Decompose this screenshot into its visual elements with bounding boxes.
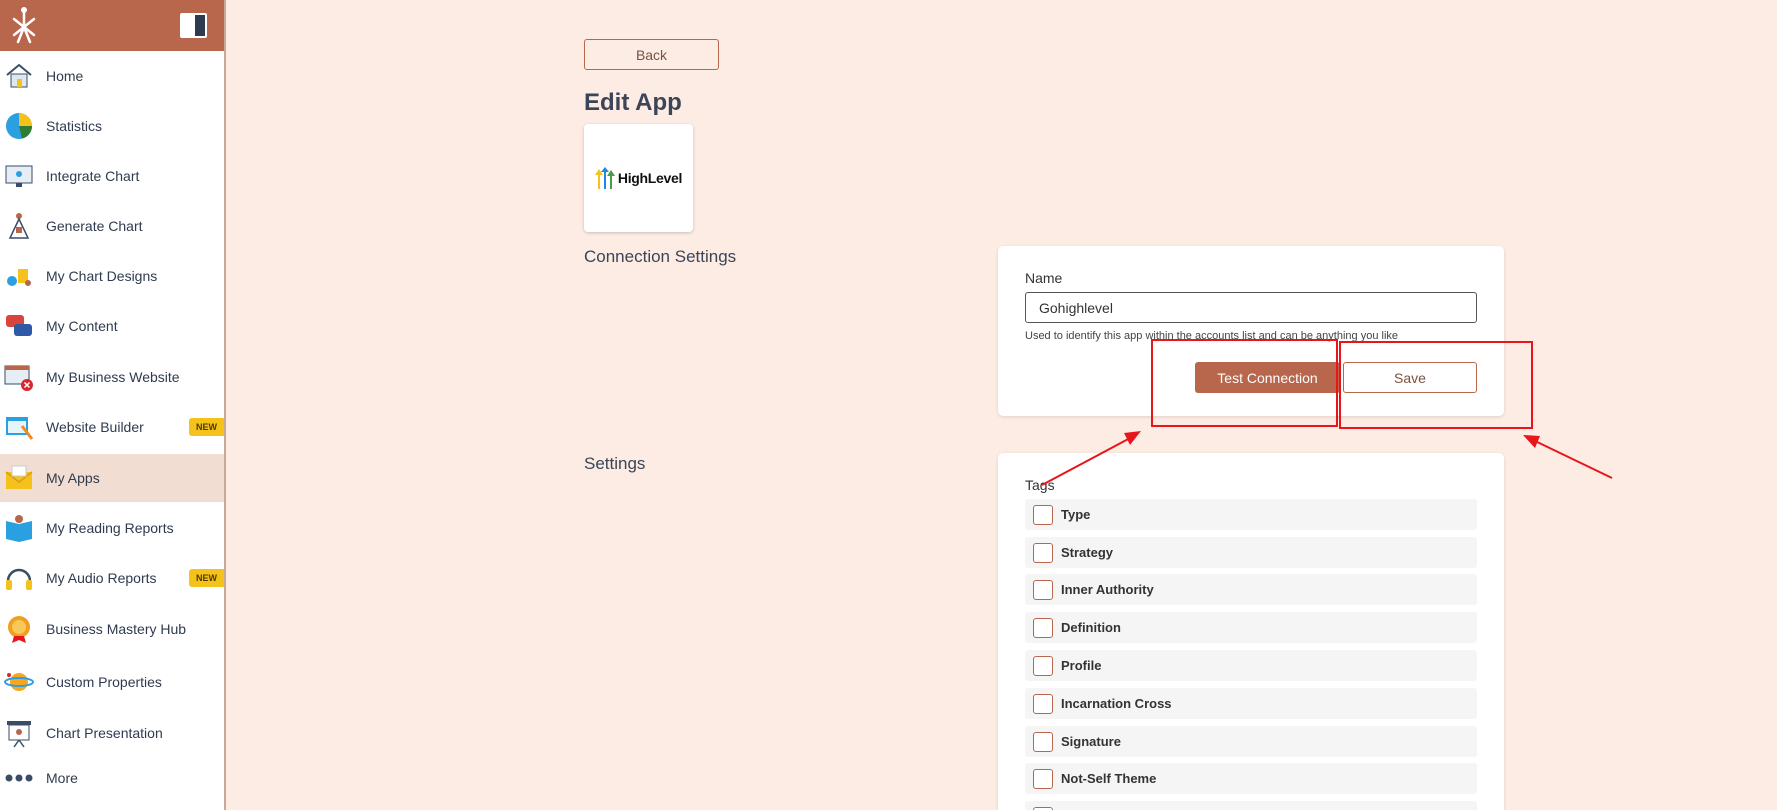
tag-checkbox[interactable] [1033, 579, 1053, 600]
builder-icon [4, 412, 34, 442]
sidebar-item-business-mastery-hub[interactable]: Business Mastery Hub [0, 605, 224, 653]
sidebar-item-label: Chart Presentation [46, 725, 163, 741]
sidebar-item-label: Generate Chart [46, 218, 143, 234]
tag-row[interactable]: Incarnation Cross [1025, 688, 1477, 719]
settings-heading: Settings [584, 454, 646, 473]
new-badge: NEW [189, 418, 224, 436]
sidebar-item-label: Custom Properties [46, 674, 162, 690]
new-badge: NEW [189, 569, 224, 587]
sidebar-item-integrate-chart[interactable]: Integrate Chart [0, 152, 224, 200]
tag-label: Inner Authority [1061, 582, 1154, 597]
sidebar-item-label: Integrate Chart [46, 168, 140, 184]
reading-report-icon [4, 513, 34, 543]
content-bubbles-icon [4, 311, 34, 341]
designs-icon [4, 261, 34, 291]
sidebar-item-label: My Reading Reports [46, 520, 174, 536]
tag-label: Definition [1061, 620, 1121, 635]
tags-label: Tags [1025, 477, 1055, 493]
tag-checkbox[interactable] [1033, 731, 1053, 752]
sidebar-item-my-business-website[interactable]: My Business Website [0, 353, 224, 401]
sidebar-item-label: My Apps [46, 470, 100, 486]
sidebar-item-label: Website Builder [46, 419, 144, 435]
tag-row[interactable]: Not-Self Theme [1025, 763, 1477, 794]
sidebar: Home Statistics Integrate Chart Generate… [0, 0, 226, 810]
app-logo-icon[interactable] [8, 5, 40, 45]
tag-checkbox[interactable] [1033, 806, 1053, 810]
tag-row[interactable]: Profile [1025, 650, 1477, 681]
sidebar-item-label: Business Mastery Hub [46, 621, 187, 637]
sidebar-item-my-chart-designs[interactable]: My Chart Designs [0, 252, 224, 300]
sidebar-item-label: My Chart Designs [46, 268, 158, 284]
settings-card: Tags Type Strategy Inner Authority Defin… [998, 453, 1504, 810]
sidebar-item-custom-properties[interactable]: Custom Properties [0, 658, 224, 706]
sidebar-item-website-builder[interactable]: Website Builder NEW [0, 403, 224, 451]
sidebar-item-label: My Business Website [46, 369, 180, 385]
sidebar-item-home[interactable]: Home [0, 52, 224, 100]
tag-row[interactable] [1025, 801, 1477, 810]
back-button[interactable]: Back [584, 39, 719, 70]
sidebar-collapse-icon[interactable] [180, 13, 207, 38]
sidebar-item-my-reading-reports[interactable]: My Reading Reports [0, 504, 224, 552]
tag-label: Not-Self Theme [1061, 771, 1157, 786]
presentation-icon [4, 718, 34, 748]
tag-checkbox[interactable] [1033, 693, 1053, 714]
tag-checkbox[interactable] [1033, 617, 1053, 638]
more-dots-icon [4, 763, 34, 793]
name-input[interactable] [1025, 292, 1477, 323]
sidebar-item-label: My Content [46, 318, 118, 334]
tag-row[interactable]: Strategy [1025, 537, 1477, 568]
headphones-icon [4, 563, 34, 593]
tag-label: Signature [1061, 734, 1121, 749]
sidebar-item-label: Statistics [46, 118, 103, 134]
sidebar-item-my-apps[interactable]: My Apps [0, 454, 224, 502]
sidebar-item-statistics[interactable]: Statistics [0, 102, 224, 150]
tag-checkbox[interactable] [1033, 655, 1053, 676]
pie-chart-icon [4, 111, 34, 141]
highlevel-logo-icon [594, 167, 615, 189]
tag-checkbox[interactable] [1033, 504, 1053, 525]
tag-label: Type [1061, 507, 1091, 522]
sidebar-item-label: More [46, 770, 78, 786]
tag-row[interactable]: Inner Authority [1025, 574, 1477, 605]
sidebar-item-my-audio-reports[interactable]: My Audio Reports NEW [0, 554, 224, 602]
sidebar-header [0, 0, 224, 51]
annotation-box-save [1339, 341, 1533, 429]
tag-row[interactable]: Definition [1025, 612, 1477, 643]
name-label: Name [1025, 270, 1063, 286]
medal-icon [4, 614, 34, 644]
tag-label: Strategy [1061, 545, 1114, 560]
page-title: Edit App [584, 89, 682, 116]
sidebar-item-chart-presentation[interactable]: Chart Presentation [0, 709, 224, 757]
home-icon [4, 61, 34, 91]
sidebar-item-label: Home [46, 68, 84, 84]
app-logo-card: HighLevel [584, 124, 693, 232]
tag-checkbox[interactable] [1033, 542, 1053, 563]
apps-envelope-icon [4, 463, 34, 493]
sidebar-item-label: My Audio Reports [46, 570, 157, 586]
app-logo-text: HighLevel [617, 170, 683, 186]
tag-label: Incarnation Cross [1061, 696, 1172, 711]
sidebar-item-generate-chart[interactable]: Generate Chart [0, 202, 224, 250]
planet-icon [4, 667, 34, 697]
bodygraph-icon [4, 211, 34, 241]
tag-checkbox[interactable] [1033, 768, 1053, 789]
sidebar-item-more[interactable]: More [0, 754, 224, 802]
tag-label: Profile [1061, 658, 1102, 673]
tag-row[interactable]: Type [1025, 499, 1477, 530]
monitor-chart-icon [4, 161, 34, 191]
website-error-icon [4, 362, 34, 392]
tag-row[interactable]: Signature [1025, 726, 1477, 757]
sidebar-item-my-content[interactable]: My Content [0, 302, 224, 350]
annotation-box-test [1151, 339, 1338, 427]
connection-settings-heading: Connection Settings [584, 247, 737, 266]
